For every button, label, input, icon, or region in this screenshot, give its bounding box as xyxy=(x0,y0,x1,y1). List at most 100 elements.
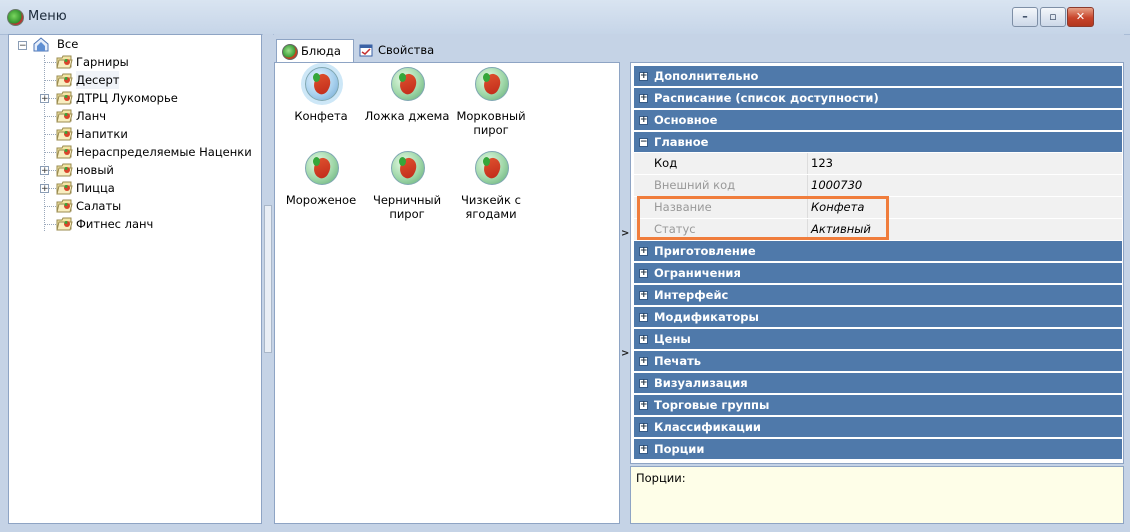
tree-guide-line xyxy=(44,55,45,231)
category-main[interactable]: − Главное xyxy=(634,132,1122,153)
property-divider xyxy=(807,153,808,174)
dish-icon xyxy=(282,44,298,60)
property-category[interactable]: + Печать xyxy=(634,351,1122,372)
tree-item[interactable]: ДТРЦ Лукоморье xyxy=(76,89,178,107)
property-category[interactable]: + Модификаторы xyxy=(634,307,1122,328)
property-value[interactable]: 1000730 xyxy=(811,175,862,196)
property-category[interactable]: + Визуализация xyxy=(634,373,1122,394)
category-label: Визуализация xyxy=(654,376,748,390)
folder-icon xyxy=(56,127,73,141)
category-label: Приготовление xyxy=(654,244,756,258)
tree-item[interactable]: Нераспределяемые Наценки xyxy=(76,143,252,161)
tree-item[interactable]: Ланч xyxy=(76,107,106,125)
category-basic[interactable]: + Основное xyxy=(634,110,1122,131)
dish-label: Чизкейк с ягодами xyxy=(461,193,521,221)
property-name: Код xyxy=(654,156,678,170)
tree-guide-line xyxy=(44,134,56,135)
collapse-toggle-root[interactable]: − xyxy=(18,41,27,51)
expand-toggle[interactable]: + xyxy=(40,184,49,194)
dish-item[interactable]: Черничный пирог xyxy=(363,151,451,231)
property-row-code[interactable]: Код 123 xyxy=(634,153,1122,175)
dish-item[interactable]: Мороженое xyxy=(277,151,365,231)
property-category[interactable]: + Интерфейс xyxy=(634,285,1122,306)
category-label: Торговые группы xyxy=(654,398,770,412)
chevron-right-icon[interactable]: > xyxy=(621,348,629,359)
tree-scrollbar-thumb[interactable] xyxy=(264,205,272,353)
dish-label: Морковный пирог xyxy=(456,109,526,137)
category-extra[interactable]: + Дополнительно xyxy=(634,66,1122,87)
dish-label: Ложка джема xyxy=(364,109,450,123)
dish-icon xyxy=(475,67,509,101)
title-bar: Меню – ▫ ✕ xyxy=(0,0,1130,35)
dish-item[interactable]: Конфета xyxy=(277,67,365,147)
minimize-button[interactable]: – xyxy=(1012,7,1038,27)
folder-icon xyxy=(56,163,73,177)
dish-item[interactable]: Морковный пирог xyxy=(447,67,535,147)
folder-icon xyxy=(56,55,73,69)
close-button[interactable]: ✕ xyxy=(1067,7,1094,27)
dish-icon xyxy=(305,151,339,185)
expand-icon: + xyxy=(639,312,648,322)
property-value[interactable]: 123 xyxy=(811,153,833,174)
tab-dishes[interactable]: Блюда xyxy=(276,39,354,62)
expand-toggle[interactable]: + xyxy=(40,166,49,176)
dish-item[interactable]: Чизкейк с ягодами xyxy=(447,151,535,231)
expand-toggle[interactable]: + xyxy=(40,94,49,104)
category-label: Цены xyxy=(654,332,691,346)
highlight-box xyxy=(637,196,889,240)
expand-icon: + xyxy=(639,400,648,410)
tab-strip: Блюда Свойства xyxy=(274,34,1124,62)
dish-label: Мороженое xyxy=(285,193,357,207)
dish-label: Черничный пирог xyxy=(372,193,442,221)
category-label: Ограничения xyxy=(654,266,741,280)
dish-item[interactable]: Ложка джема xyxy=(363,67,451,147)
tree-item[interactable]: Десерт xyxy=(76,71,120,89)
expand-icon: + xyxy=(639,334,648,344)
dish-icon xyxy=(475,151,509,185)
folder-icon xyxy=(56,73,73,87)
tree-guide-line xyxy=(44,206,56,207)
tree-item[interactable]: Гарниры xyxy=(76,53,129,71)
tree-item[interactable]: Пицца xyxy=(76,179,115,197)
dish-icon xyxy=(305,67,339,101)
all-items-icon xyxy=(33,37,49,52)
tree-item[interactable]: новый xyxy=(76,161,114,179)
maximize-button[interactable]: ▫ xyxy=(1040,7,1066,27)
category-label: Дополнительно xyxy=(654,69,759,83)
tree-item[interactable]: Салаты xyxy=(76,197,121,215)
right-splitter[interactable] xyxy=(620,62,630,524)
property-category[interactable]: + Приготовление xyxy=(634,241,1122,262)
expand-icon: + xyxy=(639,422,648,432)
property-row-external-code[interactable]: Внешний код 1000730 xyxy=(634,175,1122,197)
folder-icon xyxy=(56,181,73,195)
expand-icon: + xyxy=(639,115,648,125)
tree-item[interactable]: Напитки xyxy=(76,125,128,143)
property-category[interactable]: + Торговые группы xyxy=(634,395,1122,416)
tree-guide-line xyxy=(44,224,56,225)
category-label: Расписание (список доступности) xyxy=(654,91,879,105)
expand-icon: + xyxy=(639,356,648,366)
dishes-pane: Конфета Ложка джема Морковный пирог Моро… xyxy=(274,62,620,524)
tree-item[interactable]: Фитнес ланч xyxy=(76,215,153,233)
folder-icon xyxy=(56,91,73,105)
expand-icon: + xyxy=(639,378,648,388)
property-grid: + Дополнительно + Расписание (список досту… xyxy=(630,62,1124,464)
property-category[interactable]: + Ограничения xyxy=(634,263,1122,284)
property-category[interactable]: + Классификации xyxy=(634,417,1122,438)
expand-icon: + xyxy=(639,268,648,278)
category-label: Интерфейс xyxy=(654,288,729,302)
tree-root-all[interactable]: Все xyxy=(57,35,78,53)
category-tree[interactable]: − Все Гарниры Десерт + ДТРЦ Лукоморье Ланч На… xyxy=(8,34,262,524)
category-schedule[interactable]: + Расписание (список доступности) xyxy=(634,88,1122,109)
window-title: Меню xyxy=(28,9,67,24)
folder-icon xyxy=(56,109,73,123)
description-text: Порции: xyxy=(636,471,686,485)
dish-icon xyxy=(391,67,425,101)
close-icon: ✕ xyxy=(1075,10,1086,23)
description-panel: Порции: xyxy=(630,466,1124,524)
expand-icon: + xyxy=(639,290,648,300)
tab-properties[interactable]: Свойства xyxy=(354,39,444,62)
property-category[interactable]: + Цены xyxy=(634,329,1122,350)
property-category[interactable]: + Порции xyxy=(634,439,1122,460)
chevron-right-icon[interactable]: > xyxy=(621,228,629,239)
